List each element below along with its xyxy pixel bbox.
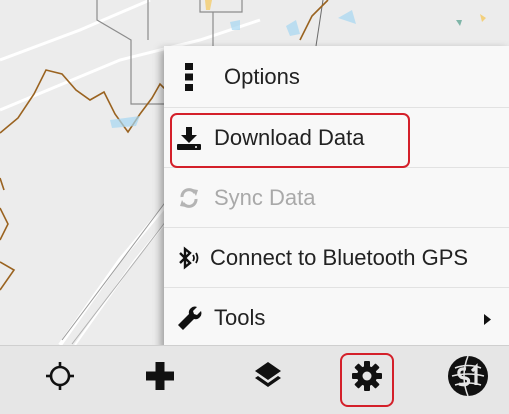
add-button[interactable] — [132, 350, 188, 406]
crosshair-icon — [44, 360, 76, 397]
s1-logo-icon — [446, 354, 490, 403]
bottom-toolbar — [0, 345, 509, 414]
gear-icon — [351, 360, 383, 397]
s1-logo-button[interactable] — [440, 350, 496, 406]
menu-item-connect-bluetooth-gps[interactable]: Connect to Bluetooth GPS — [164, 228, 509, 288]
menu-item-label: Sync Data — [214, 184, 316, 210]
settings-button[interactable] — [339, 350, 395, 406]
menu-item-sync-data[interactable]: Sync Data — [164, 168, 509, 228]
menu-item-options[interactable]: Options — [164, 46, 509, 108]
menu-item-label: Options — [224, 63, 300, 89]
submenu-arrow-icon — [484, 312, 491, 330]
menu-item-tools[interactable]: Tools — [164, 288, 509, 348]
sync-icon — [176, 185, 202, 211]
bluetooth-icon — [176, 245, 202, 271]
menu-item-label: Download Data — [214, 124, 365, 150]
overflow-menu: Options Download Data Sync Data Connect … — [164, 46, 509, 349]
download-icon — [176, 125, 202, 151]
vertical-dots-icon — [182, 62, 196, 91]
menu-item-download-data[interactable]: Download Data — [164, 108, 509, 168]
locate-button[interactable] — [32, 350, 88, 406]
layers-icon — [252, 360, 284, 397]
plus-icon — [145, 361, 175, 396]
menu-item-label: Tools — [214, 305, 266, 330]
menu-item-label: Connect to Bluetooth GPS — [210, 244, 469, 270]
wrench-icon — [176, 305, 202, 331]
layers-button[interactable] — [240, 350, 296, 406]
